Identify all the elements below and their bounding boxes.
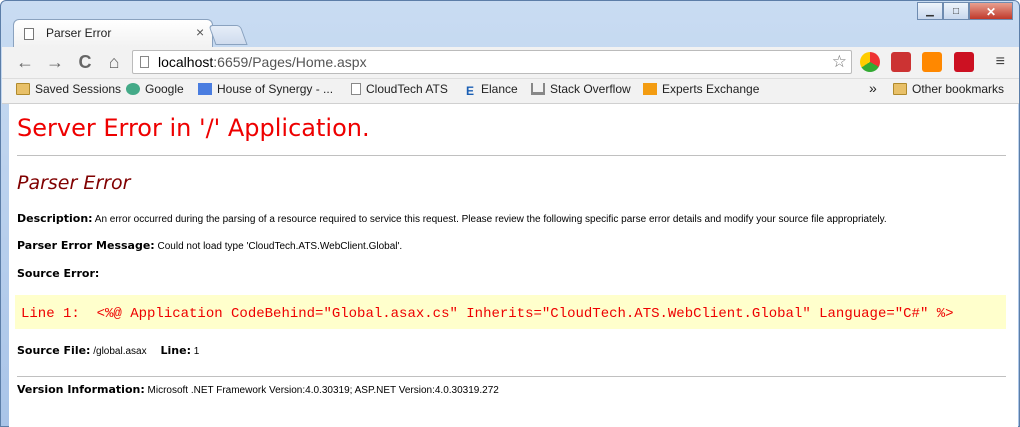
maximize-button[interactable]: □ xyxy=(943,2,969,20)
bookmark-cloudtech-ats[interactable]: CloudTech ATS xyxy=(351,82,448,100)
bookmark-house-of-synergy[interactable]: House of Synergy - ... xyxy=(198,82,333,100)
page-icon xyxy=(140,56,149,68)
divider xyxy=(17,155,1006,156)
google-icon xyxy=(126,83,140,95)
bookmark-star-icon[interactable]: ☆ xyxy=(832,52,847,72)
version-line: Version Information: Microsoft .NET Fram… xyxy=(17,383,499,396)
title-bar: Parser Error × ▁ □ ✕ xyxy=(1,1,1019,47)
reload-icon[interactable]: C xyxy=(74,51,96,73)
url-text: localhost:6659/Pages/Home.aspx xyxy=(158,54,367,70)
bookmarks-bar: Saved Sessions Google House of Synergy -… xyxy=(2,79,1019,104)
folder-icon xyxy=(893,83,907,95)
bookmark-saved-sessions[interactable]: Saved Sessions xyxy=(16,82,121,100)
stackoverflow-icon xyxy=(531,83,545,95)
google-apps-icon xyxy=(198,83,212,95)
browser-window: Parser Error × ▁ □ ✕ ← → C ⌂ localhost:6… xyxy=(0,0,1020,427)
chrome-extension-icon[interactable] xyxy=(860,52,880,72)
tab-close-icon[interactable]: × xyxy=(196,24,204,40)
address-bar[interactable]: localhost:6659/Pages/Home.aspx ☆ xyxy=(132,50,852,74)
elance-icon: E xyxy=(466,84,475,98)
new-tab-button[interactable] xyxy=(208,25,248,45)
page-title: Server Error in '/' Application. xyxy=(17,114,370,142)
error-subtitle: Parser Error xyxy=(17,172,131,194)
bookmark-stack-overflow[interactable]: Stack Overflow xyxy=(531,82,631,100)
tab-title: Parser Error xyxy=(46,26,112,40)
lightning-extension-icon[interactable] xyxy=(922,52,942,72)
description-line: Description: An error occurred during th… xyxy=(17,212,887,225)
bookmark-extension-icon[interactable] xyxy=(891,52,911,72)
folder-icon xyxy=(16,83,30,95)
back-icon[interactable]: ← xyxy=(14,51,36,73)
parser-message-line: Parser Error Message: Could not load typ… xyxy=(17,239,403,252)
bookmark-elance[interactable]: E Elance xyxy=(466,82,518,100)
page-content: Server Error in '/' Application. Parser … xyxy=(9,104,1018,427)
minimize-button[interactable]: ▁ xyxy=(917,2,943,20)
page-icon xyxy=(24,28,34,40)
home-icon[interactable]: ⌂ xyxy=(103,51,125,73)
source-error-label: Source Error: xyxy=(17,267,100,280)
page-icon xyxy=(351,83,361,95)
bookmark-experts-exchange[interactable]: Experts Exchange xyxy=(643,82,759,100)
forward-icon[interactable]: → xyxy=(44,51,66,73)
bookmark-other-bookmarks[interactable]: Other bookmarks xyxy=(893,82,1004,100)
tab-parser-error[interactable]: Parser Error × xyxy=(13,19,213,47)
browser-toolbar: ← → C ⌂ localhost:6659/Pages/Home.aspx ☆… xyxy=(2,47,1019,79)
lastpass-extension-icon[interactable] xyxy=(954,52,974,72)
close-button[interactable]: ✕ xyxy=(969,2,1013,20)
code-line: Line 1: <%@ Application CodeBehind="Glob… xyxy=(21,306,954,322)
divider xyxy=(17,376,1006,377)
bookmark-google[interactable]: Google xyxy=(126,82,184,100)
source-code-block: Line 1: <%@ Application CodeBehind="Glob… xyxy=(15,295,1006,329)
bookmarks-overflow-icon[interactable]: » xyxy=(869,80,877,98)
experts-exchange-icon xyxy=(643,83,657,95)
window-controls: ▁ □ ✕ xyxy=(917,2,1013,20)
source-file-line: Source File: /global.asax Line: 1 xyxy=(17,344,200,357)
menu-icon[interactable]: ≡ xyxy=(996,53,1005,71)
